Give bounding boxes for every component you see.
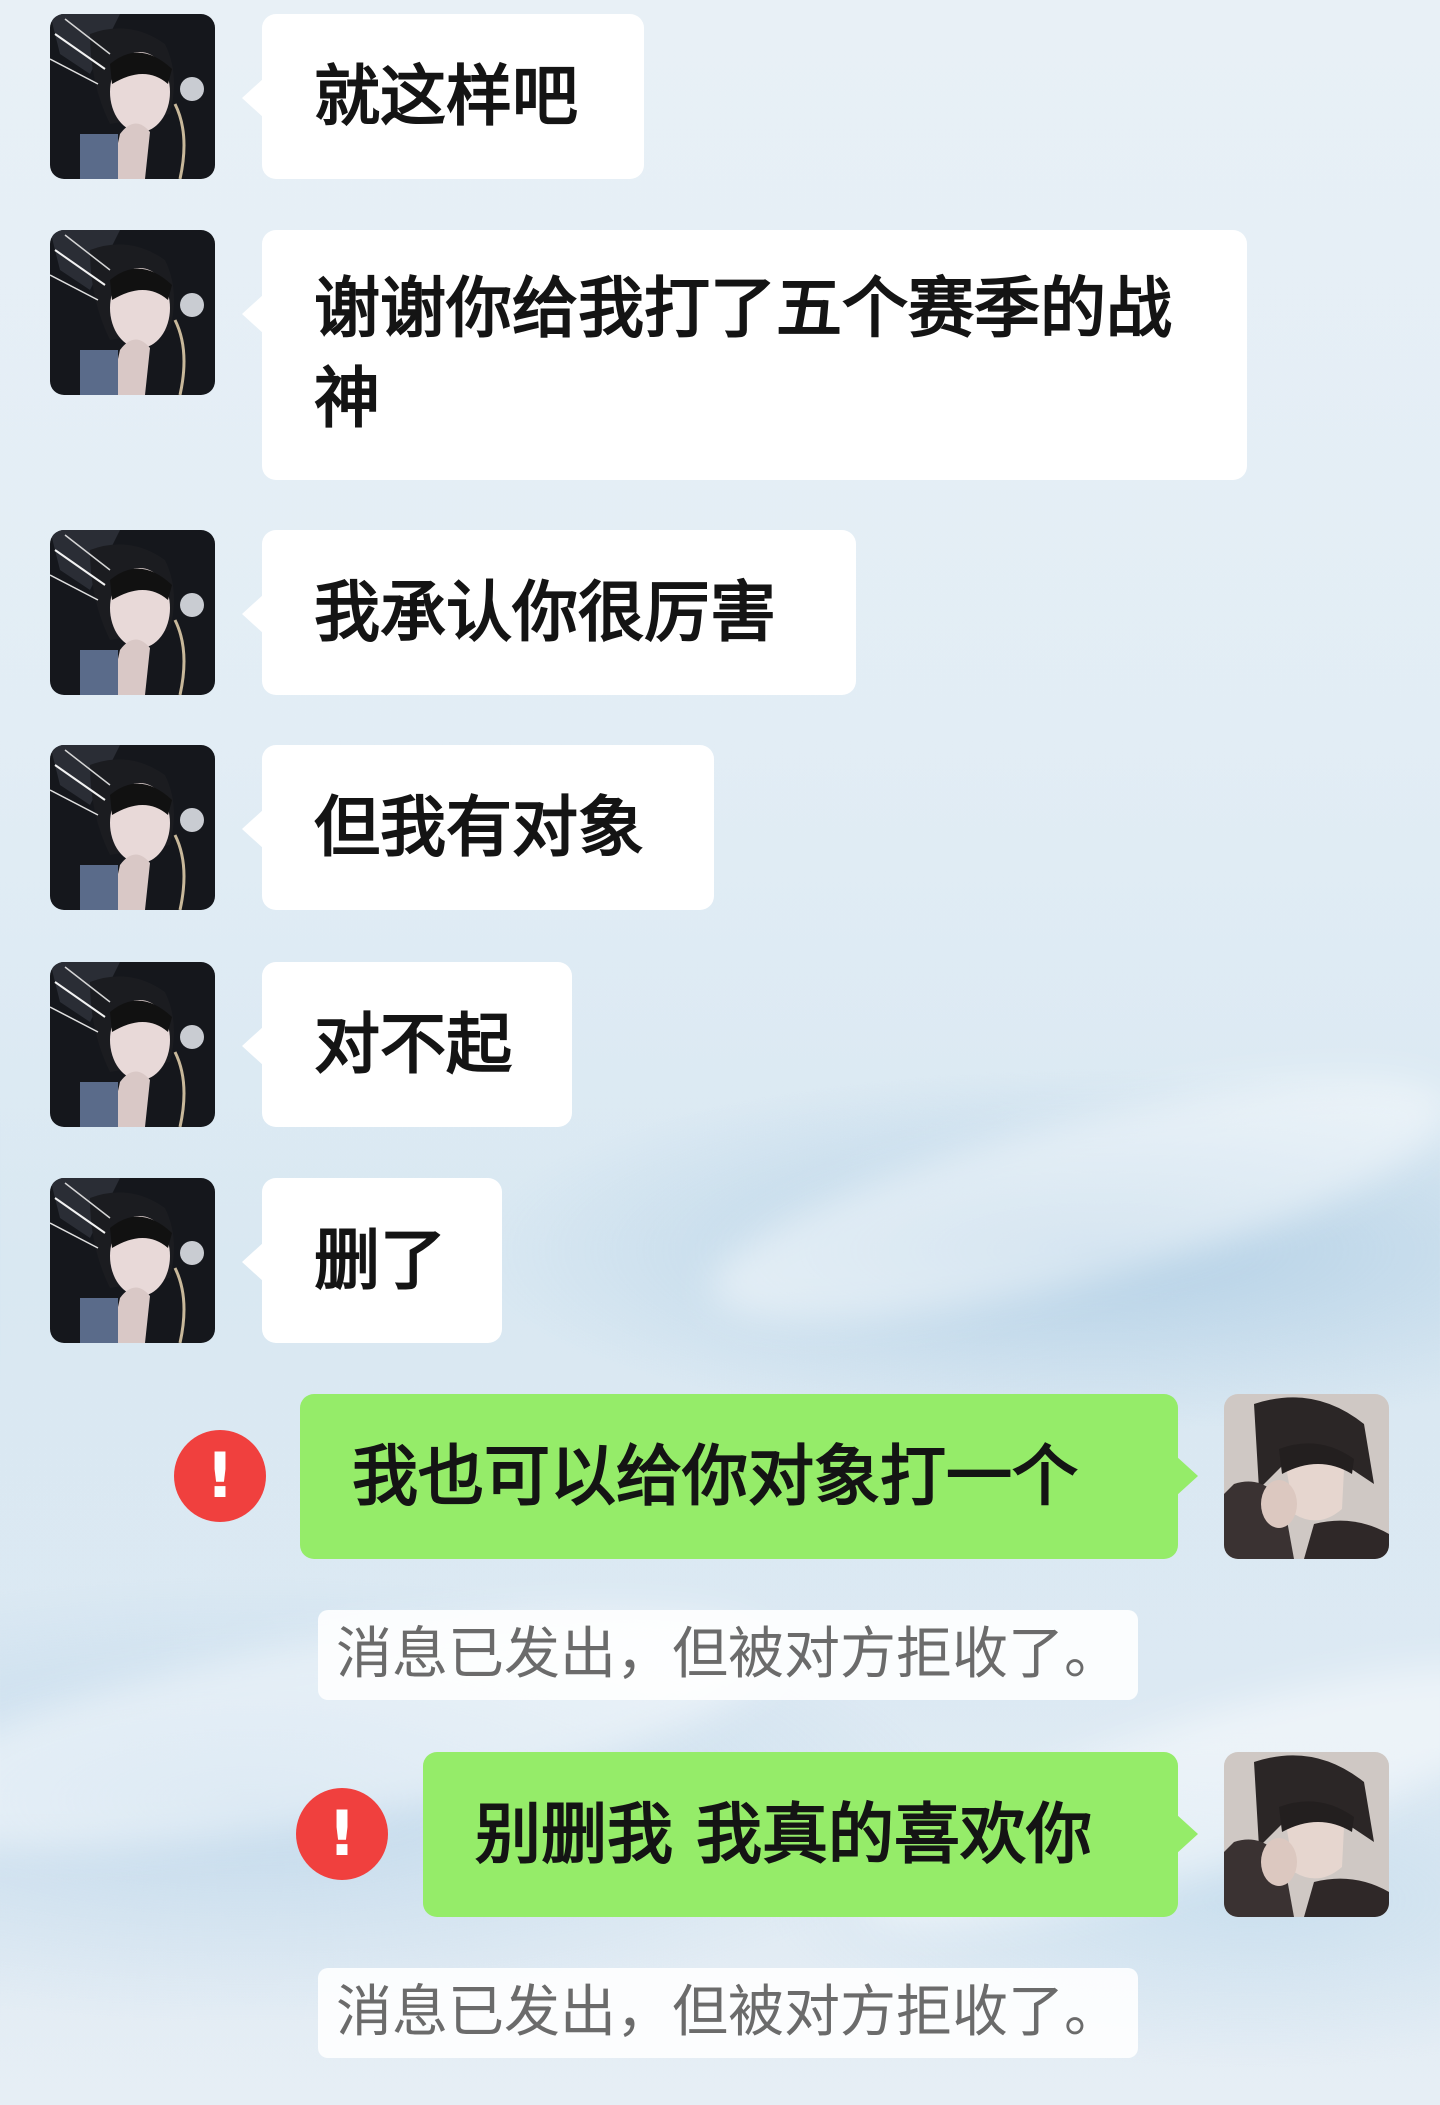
send-failed-icon[interactable]: ! — [174, 1430, 266, 1522]
background-swoosh — [691, 1030, 1440, 1370]
message-text: 但我有对象 — [314, 788, 644, 866]
send-failed-icon[interactable]: ! — [296, 1788, 388, 1880]
message-text: 我也可以给你对象打一个 — [352, 1437, 1078, 1515]
message-text: 就这样吧 — [314, 57, 578, 135]
contact-avatar[interactable] — [50, 14, 215, 179]
message-text: 谢谢你给我打了五个赛季的战神 — [314, 270, 1172, 437]
contact-avatar[interactable] — [50, 530, 215, 695]
message-text: 别删我 我真的喜欢你 — [475, 1795, 1092, 1873]
rejected-notice: 消息已发出，但被对方拒收了。 — [318, 1968, 1138, 2058]
contact-avatar[interactable] — [50, 962, 215, 1127]
message-text: 删了 — [314, 1221, 446, 1299]
contact-avatar[interactable] — [50, 230, 215, 395]
message-bubble-incoming[interactable]: 但我有对象 — [242, 745, 714, 910]
my-avatar[interactable] — [1224, 1394, 1389, 1559]
message-bubble-incoming[interactable]: 谢谢你给我打了五个赛季的战神 — [242, 230, 1247, 480]
message-bubble-outgoing[interactable]: 别删我 我真的喜欢你 — [423, 1752, 1198, 1917]
message-text: 我承认你很厉害 — [314, 573, 776, 651]
contact-avatar[interactable] — [50, 1178, 215, 1343]
message-bubble-outgoing[interactable]: 我也可以给你对象打一个 — [300, 1394, 1198, 1559]
rejected-notice: 消息已发出，但被对方拒收了。 — [318, 1610, 1138, 1700]
message-bubble-incoming[interactable]: 删了 — [242, 1178, 502, 1343]
my-avatar[interactable] — [1224, 1752, 1389, 1917]
message-bubble-incoming[interactable]: 我承认你很厉害 — [242, 530, 856, 695]
contact-avatar[interactable] — [50, 745, 215, 910]
message-bubble-incoming[interactable]: 对不起 — [242, 962, 572, 1127]
message-bubble-incoming[interactable]: 就这样吧 — [242, 14, 644, 179]
message-text: 对不起 — [314, 1005, 512, 1083]
